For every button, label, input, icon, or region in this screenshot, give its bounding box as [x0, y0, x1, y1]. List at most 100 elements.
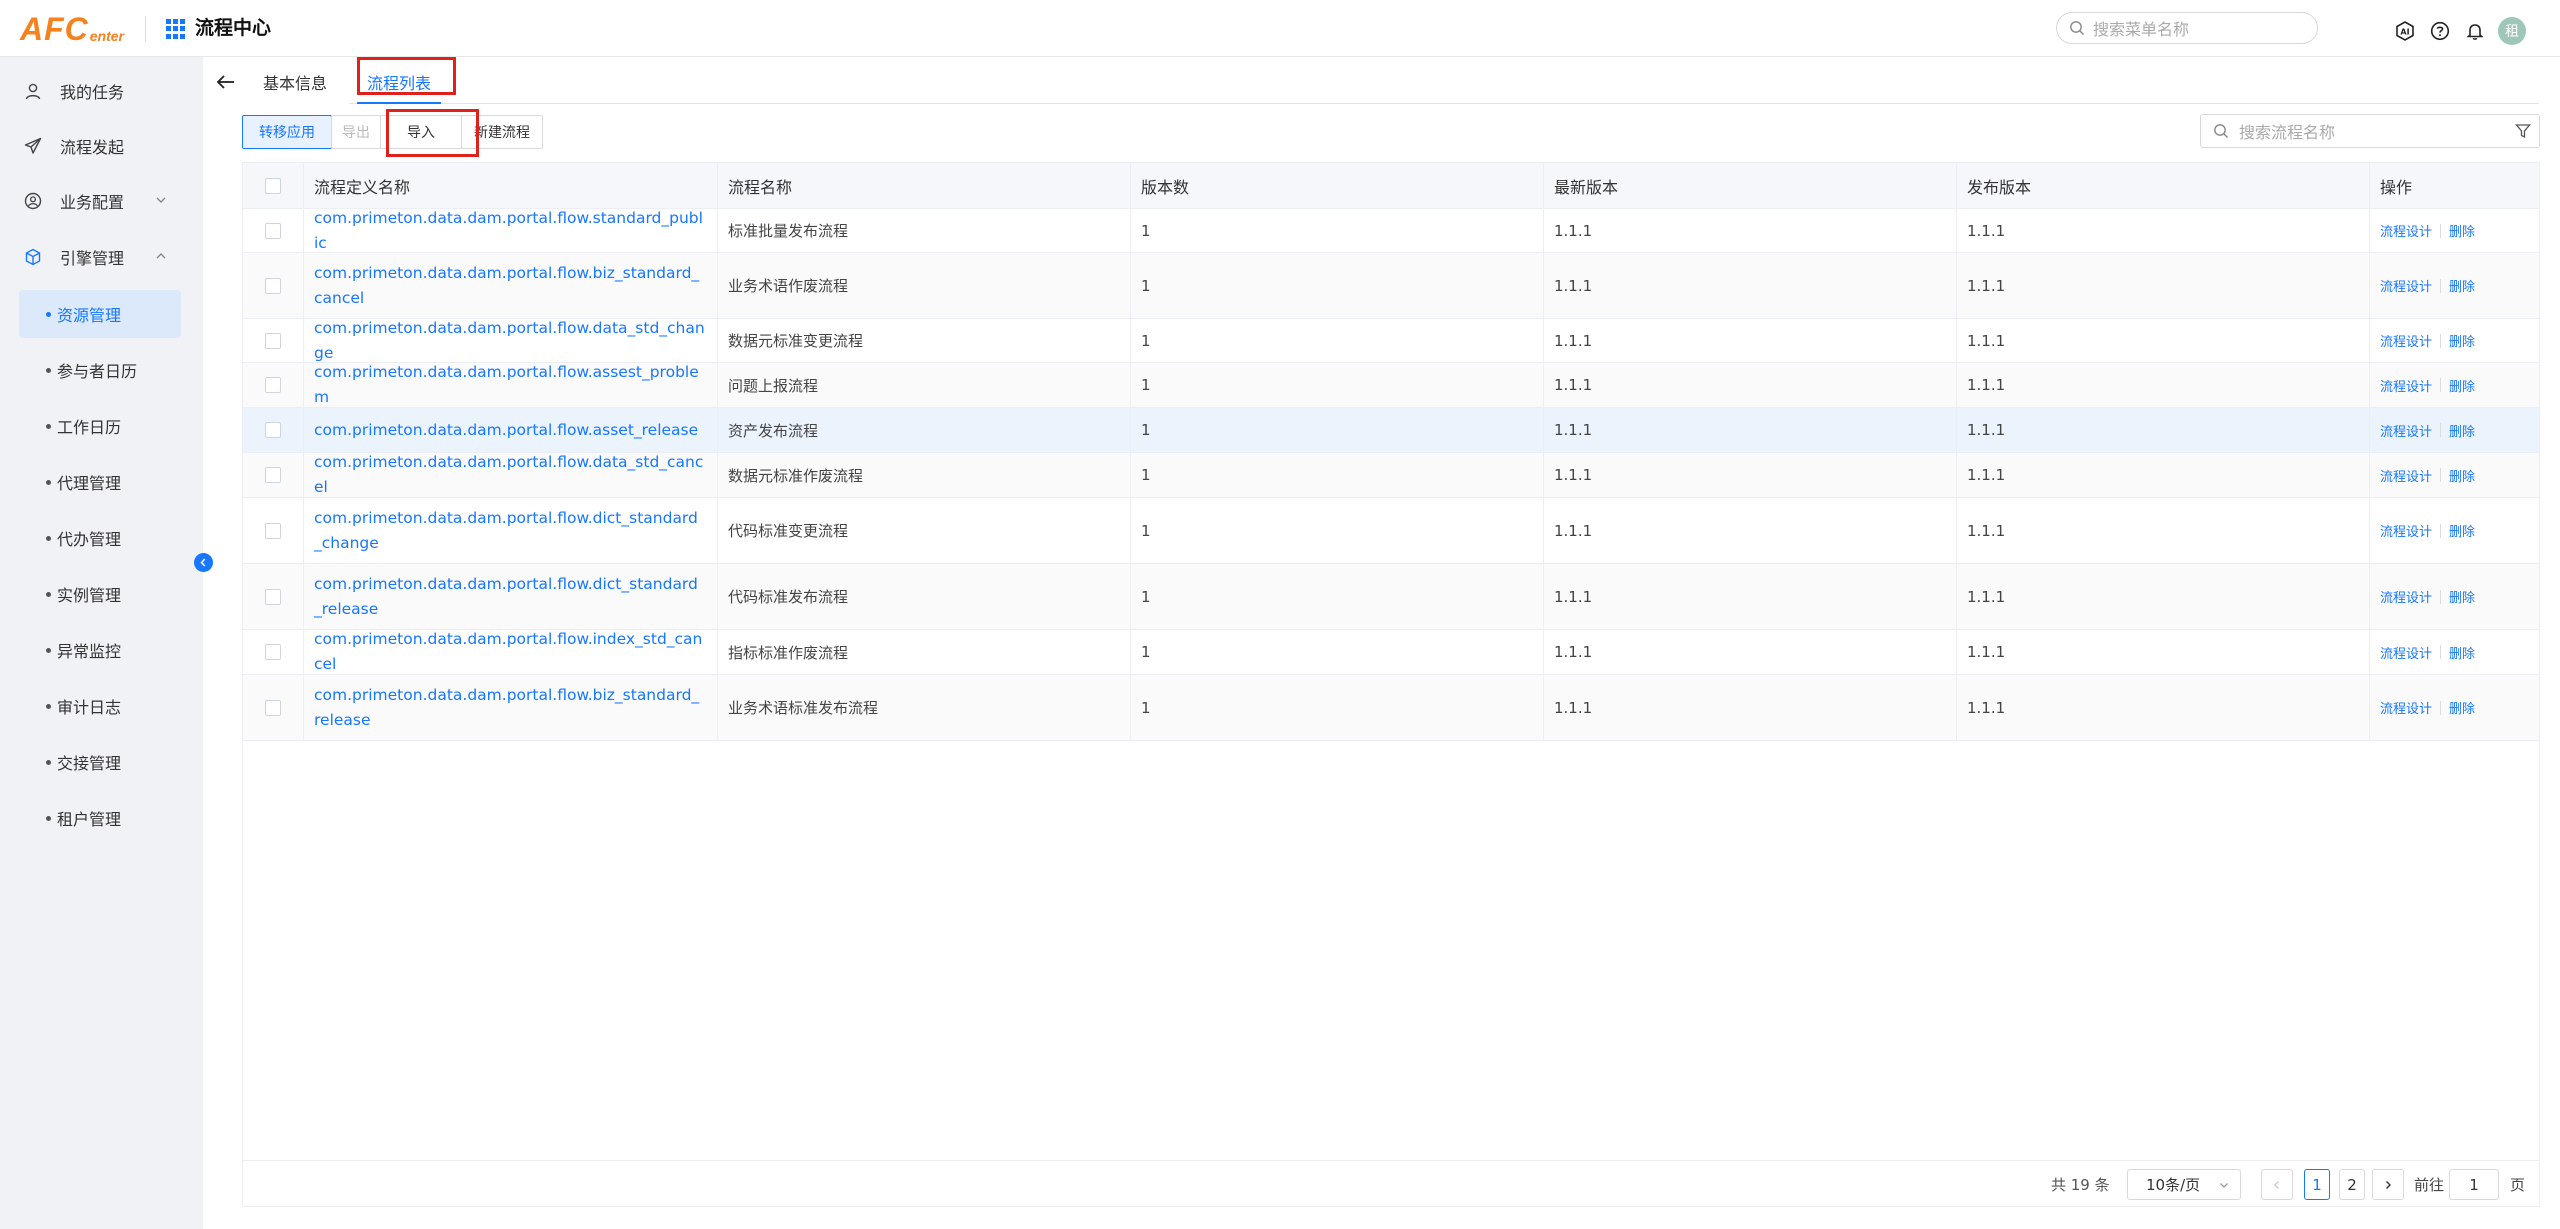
- new-flow-button[interactable]: 新建流程: [461, 115, 543, 149]
- latest-version-cell: 1.1.1: [1544, 363, 1957, 407]
- transfer-app-button[interactable]: 转移应用: [242, 115, 332, 149]
- table-row[interactable]: com.primeton.data.dam.portal.flow.data_s…: [243, 319, 2539, 363]
- tab-flow-list[interactable]: 流程列表: [357, 65, 442, 104]
- operations-cell: 流程设计 删除: [2370, 253, 2539, 318]
- delete-link[interactable]: 删除: [2449, 376, 2475, 395]
- sidebar-item-my-tasks[interactable]: 我的任务: [0, 68, 203, 114]
- row-checkbox[interactable]: [265, 332, 281, 349]
- delete-link[interactable]: 删除: [2449, 698, 2475, 717]
- delete-link[interactable]: 删除: [2449, 421, 2475, 440]
- flow-definition-link[interactable]: com.primeton.data.dam.portal.flow.asset_…: [314, 418, 710, 443]
- sidebar-item-business-config[interactable]: 业务配置: [0, 178, 203, 224]
- table-row[interactable]: com.primeton.data.dam.portal.flow.biz_st…: [243, 675, 2539, 741]
- table-row[interactable]: com.primeton.data.dam.portal.flow.index_…: [243, 630, 2539, 675]
- sidebar-sub-proxy-manage[interactable]: 代办管理: [19, 514, 181, 562]
- published-version-cell: 1.1.1: [1957, 319, 2370, 362]
- page-2-button[interactable]: 2: [2339, 1169, 2365, 1200]
- row-checkbox[interactable]: [265, 522, 281, 539]
- flow-definition-link[interactable]: com.primeton.data.dam.portal.flow.dict_s…: [314, 506, 717, 556]
- sidebar-sub-handover-manage[interactable]: 交接管理: [19, 738, 181, 786]
- delete-link[interactable]: 删除: [2449, 643, 2475, 662]
- flow-definition-link[interactable]: com.primeton.data.dam.portal.flow.dict_s…: [314, 572, 717, 622]
- definition-cell: com.primeton.data.dam.portal.flow.dict_s…: [304, 498, 718, 563]
- sidebar-sub-participant-calendar[interactable]: 参与者日历: [19, 346, 181, 394]
- delete-link[interactable]: 删除: [2449, 587, 2475, 606]
- filter-icon[interactable]: [2515, 123, 2531, 139]
- help-icon[interactable]: [2428, 19, 2452, 43]
- goto-label: 前往: [2414, 1176, 2445, 1194]
- next-page-button[interactable]: [2372, 1169, 2404, 1200]
- flow-design-link[interactable]: 流程设计: [2380, 587, 2432, 606]
- flow-design-link[interactable]: 流程设计: [2380, 466, 2432, 485]
- row-checkbox[interactable]: [265, 644, 281, 660]
- flow-design-link[interactable]: 流程设计: [2380, 521, 2432, 540]
- search-icon: [2070, 21, 2084, 35]
- flow-search-input[interactable]: 搜索流程名称: [2200, 114, 2540, 148]
- select-all-checkbox[interactable]: [265, 177, 281, 194]
- row-checkbox-cell: [243, 363, 304, 407]
- header-cell: 最新版本: [1544, 163, 1957, 208]
- table-row[interactable]: com.primeton.data.dam.portal.flow.dict_s…: [243, 564, 2539, 630]
- row-checkbox[interactable]: [265, 377, 281, 393]
- delete-link[interactable]: 删除: [2449, 466, 2475, 485]
- bullet-dot: [46, 816, 51, 821]
- flow-table: 流程定义名称 流程名称 版本数 最新版本 发布版本 操作 com.primeto…: [242, 162, 2540, 1207]
- flow-definition-link[interactable]: com.primeton.data.dam.portal.flow.index_…: [314, 627, 717, 677]
- sidebar-collapse-button[interactable]: [194, 553, 213, 572]
- afcenter-logo[interactable]: AFC enter: [20, 10, 124, 46]
- table-row[interactable]: com.primeton.data.dam.portal.flow.standa…: [243, 209, 2539, 253]
- goto-page-input[interactable]: 1: [2449, 1169, 2499, 1200]
- menu-search-input[interactable]: 搜索菜单名称: [2056, 12, 2318, 44]
- delete-link[interactable]: 删除: [2449, 276, 2475, 295]
- sidebar-item-engine-manage[interactable]: 引擎管理: [0, 234, 203, 280]
- flow-definition-link[interactable]: com.primeton.data.dam.portal.flow.data_s…: [314, 316, 717, 366]
- app-grid-icon[interactable]: [166, 19, 186, 39]
- flow-design-link[interactable]: 流程设计: [2380, 421, 2432, 440]
- flow-definition-link[interactable]: com.primeton.data.dam.portal.flow.biz_st…: [314, 261, 717, 311]
- flow-definition-link[interactable]: com.primeton.data.dam.portal.flow.assest…: [314, 360, 717, 410]
- version-count-cell: 1: [1131, 630, 1544, 674]
- row-checkbox[interactable]: [265, 222, 281, 239]
- sidebar-sub-audit-log[interactable]: 审计日志: [19, 682, 181, 730]
- sidebar-sub-instance-manage[interactable]: 实例管理: [19, 570, 181, 618]
- row-checkbox[interactable]: [265, 699, 281, 716]
- table-row[interactable]: com.primeton.data.dam.portal.flow.data_s…: [243, 453, 2539, 498]
- row-checkbox[interactable]: [265, 467, 281, 483]
- table-row[interactable]: com.primeton.data.dam.portal.flow.biz_st…: [243, 253, 2539, 319]
- import-button[interactable]: 导入: [380, 115, 462, 149]
- table-row[interactable]: com.primeton.data.dam.portal.flow.asset_…: [243, 408, 2539, 453]
- flow-design-link[interactable]: 流程设计: [2380, 643, 2432, 662]
- sidebar-sub-tenant-manage[interactable]: 租户管理: [19, 794, 181, 842]
- row-checkbox[interactable]: [265, 277, 281, 294]
- table-row[interactable]: com.primeton.data.dam.portal.flow.assest…: [243, 363, 2539, 408]
- delete-link[interactable]: 删除: [2449, 221, 2475, 240]
- flow-design-link[interactable]: 流程设计: [2380, 331, 2432, 350]
- flow-design-link[interactable]: 流程设计: [2380, 698, 2432, 717]
- flow-definition-link[interactable]: com.primeton.data.dam.portal.flow.standa…: [314, 206, 717, 256]
- row-checkbox[interactable]: [265, 422, 281, 438]
- sidebar-item-start-flow[interactable]: 流程发起: [0, 123, 203, 169]
- delete-link[interactable]: 删除: [2449, 521, 2475, 540]
- page-size-select[interactable]: 10条/页: [2127, 1169, 2241, 1200]
- prev-page-button[interactable]: [2261, 1169, 2293, 1200]
- sidebar-sub-exception-monitor[interactable]: 异常监控: [19, 626, 181, 674]
- back-arrow-icon[interactable]: [215, 71, 237, 93]
- sidebar-sub-agent-manage[interactable]: 代理管理: [19, 458, 181, 506]
- bell-icon[interactable]: [2463, 19, 2487, 43]
- row-checkbox[interactable]: [265, 588, 281, 605]
- delete-link[interactable]: 删除: [2449, 331, 2475, 350]
- definition-cell: com.primeton.data.dam.portal.flow.data_s…: [304, 453, 718, 497]
- sidebar-sub-work-calendar[interactable]: 工作日历: [19, 402, 181, 450]
- table-row[interactable]: com.primeton.data.dam.portal.flow.dict_s…: [243, 498, 2539, 564]
- flow-design-link[interactable]: 流程设计: [2380, 221, 2432, 240]
- flow-definition-link[interactable]: com.primeton.data.dam.portal.flow.biz_st…: [314, 683, 717, 733]
- tab-basic-info[interactable]: 基本信息: [253, 65, 337, 103]
- flow-design-link[interactable]: 流程设计: [2380, 376, 2432, 395]
- flow-definition-link[interactable]: com.primeton.data.dam.portal.flow.data_s…: [314, 450, 717, 500]
- ai-icon[interactable]: AI: [2393, 19, 2417, 43]
- export-button[interactable]: 导出: [331, 115, 381, 149]
- flow-design-link[interactable]: 流程设计: [2380, 276, 2432, 295]
- page-1-button[interactable]: 1: [2304, 1169, 2330, 1200]
- sidebar-sub-resource-manage[interactable]: 资源管理: [19, 290, 181, 338]
- avatar[interactable]: 租: [2498, 17, 2526, 45]
